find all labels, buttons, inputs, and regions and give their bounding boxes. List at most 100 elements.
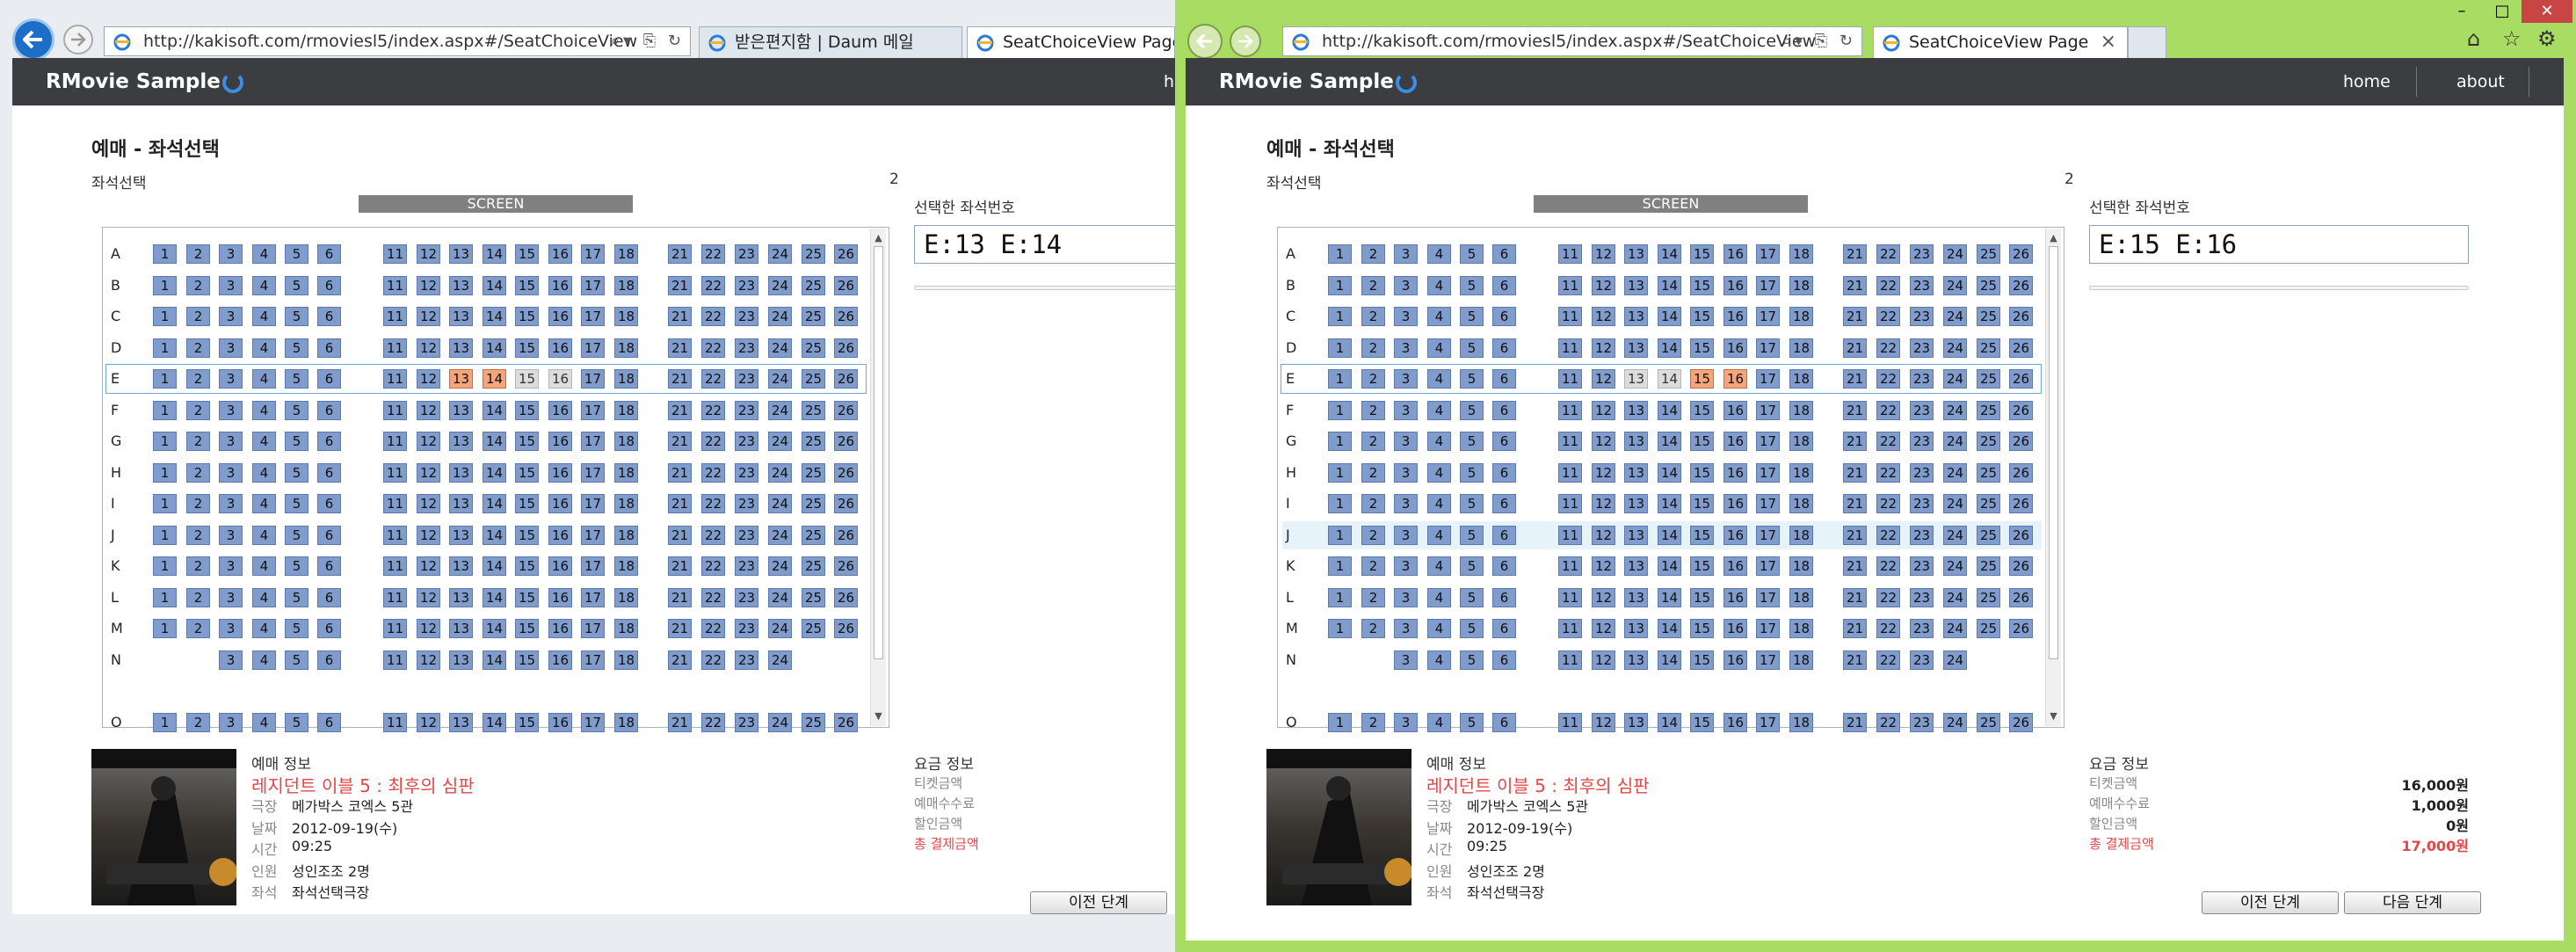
seat-button[interactable]: 22 [1876, 556, 1900, 576]
seat-button[interactable]: 25 [1977, 369, 2000, 389]
seat-button[interactable]: 3 [219, 556, 243, 576]
seat-button[interactable]: 21 [1843, 244, 1867, 264]
seat-button[interactable]: 21 [1843, 619, 1867, 638]
seat-button[interactable]: 11 [383, 276, 407, 295]
seat-button[interactable]: 18 [614, 494, 638, 513]
seat-button[interactable]: 16 [548, 432, 572, 451]
seat-button[interactable]: 1 [153, 526, 177, 545]
seat-button[interactable]: 25 [802, 338, 825, 358]
seat-button[interactable]: 5 [285, 588, 308, 607]
seat-button[interactable]: 11 [383, 588, 407, 607]
seat-button[interactable]: 14 [1658, 619, 1681, 638]
seat-button[interactable]: 22 [701, 588, 725, 607]
seat-button[interactable]: 25 [802, 526, 825, 545]
seat-button[interactable]: 26 [2009, 556, 2033, 576]
seat-button[interactable]: 16 [1723, 588, 1747, 607]
seat-button[interactable]: 26 [2009, 463, 2033, 483]
seat-button[interactable]: 15 [515, 619, 539, 638]
seat-button[interactable]: 14 [1658, 369, 1681, 389]
seat-button[interactable]: 16 [548, 588, 572, 607]
seat-button[interactable]: 24 [1943, 369, 1967, 389]
seat-button[interactable]: 23 [1910, 276, 1934, 295]
seat-button[interactable]: 12 [417, 588, 440, 607]
seat-button[interactable]: 1 [153, 244, 177, 264]
seat-button[interactable]: 4 [252, 650, 276, 670]
seat-button[interactable]: 16 [1723, 369, 1747, 389]
seat-button[interactable]: 3 [1394, 369, 1418, 389]
seat-button[interactable]: 25 [1977, 276, 2000, 295]
seat-button[interactable]: 17 [1756, 244, 1780, 264]
seat-button[interactable]: 13 [1624, 619, 1648, 638]
seat-button[interactable]: 2 [186, 463, 210, 483]
seat-button[interactable]: 1 [153, 276, 177, 295]
seat-button[interactable]: 6 [1492, 556, 1516, 576]
seat-button[interactable]: 3 [1394, 556, 1418, 576]
seat-button[interactable]: 25 [802, 307, 825, 326]
seat-button[interactable]: 22 [701, 494, 725, 513]
seat-button[interactable]: 11 [1558, 244, 1582, 264]
seat-button[interactable]: 6 [317, 650, 341, 670]
seat-button[interactable]: 4 [252, 276, 276, 295]
seat-button[interactable]: 1 [153, 369, 177, 389]
seat-button[interactable]: 24 [768, 526, 792, 545]
seat-button[interactable]: 5 [285, 244, 308, 264]
seat-button[interactable]: 16 [1723, 307, 1747, 326]
seat-button[interactable]: 6 [317, 244, 341, 264]
seat-button[interactable]: 21 [1843, 650, 1867, 670]
seat-button[interactable]: 18 [614, 432, 638, 451]
seat-button[interactable]: 25 [1977, 556, 2000, 576]
seat-button[interactable]: 4 [1427, 338, 1451, 358]
seat-button[interactable]: 2 [186, 276, 210, 295]
seat-button[interactable]: 14 [483, 650, 506, 670]
seat-button[interactable]: 25 [802, 276, 825, 295]
seat-button[interactable]: 11 [1558, 369, 1582, 389]
seat-button[interactable]: 1 [153, 713, 177, 732]
scroll-down-arrow-icon[interactable]: ▼ [2046, 710, 2061, 722]
seat-button[interactable]: 24 [1943, 307, 1967, 326]
seat-button[interactable]: 18 [1789, 463, 1813, 483]
seat-button[interactable]: 21 [1843, 307, 1867, 326]
seat-button[interactable]: 5 [1460, 307, 1484, 326]
selected-seats-field[interactable]: E:13 E:14 [914, 225, 1175, 264]
seat-button[interactable]: 14 [483, 432, 506, 451]
seat-button[interactable]: 18 [1789, 244, 1813, 264]
seat-button[interactable]: 11 [1558, 650, 1582, 670]
seat-button[interactable]: 17 [581, 244, 605, 264]
seat-button[interactable]: 14 [1658, 307, 1681, 326]
seat-button[interactable]: 2 [1361, 276, 1385, 295]
seat-button[interactable]: 17 [581, 307, 605, 326]
seat-button[interactable]: 21 [1843, 526, 1867, 545]
seat-button[interactable]: 4 [1427, 556, 1451, 576]
seat-button[interactable]: 21 [668, 338, 692, 358]
seat-button[interactable]: 21 [668, 526, 692, 545]
seat-button[interactable]: 23 [1910, 307, 1934, 326]
seat-button[interactable]: 22 [701, 526, 725, 545]
seat-button[interactable]: 12 [1592, 463, 1615, 483]
seat-button[interactable]: 26 [2009, 401, 2033, 420]
seat-button[interactable]: 16 [548, 494, 572, 513]
seat-button[interactable]: 22 [1876, 588, 1900, 607]
seat-button[interactable]: 21 [668, 713, 692, 732]
seat-button[interactable]: 6 [317, 494, 341, 513]
seat-button[interactable]: 2 [186, 244, 210, 264]
seat-button[interactable]: 18 [1789, 619, 1813, 638]
seat-button[interactable]: 11 [383, 401, 407, 420]
seat-button[interactable]: 3 [219, 369, 243, 389]
seat-button[interactable]: 5 [1460, 338, 1484, 358]
seat-button[interactable]: 23 [1910, 619, 1934, 638]
seat-button[interactable]: 11 [1558, 276, 1582, 295]
seat-button[interactable]: 5 [1460, 463, 1484, 483]
seat-button[interactable]: 1 [1328, 401, 1352, 420]
seat-button[interactable]: 2 [1361, 307, 1385, 326]
seat-button[interactable]: 11 [1558, 307, 1582, 326]
seat-button[interactable]: 12 [1592, 588, 1615, 607]
seat-button[interactable]: 13 [449, 276, 473, 295]
seat-button[interactable]: 2 [1361, 369, 1385, 389]
seat-button[interactable]: 5 [285, 650, 308, 670]
seat-button[interactable]: 24 [1943, 713, 1967, 732]
seat-button[interactable]: 17 [1756, 494, 1780, 513]
seat-button[interactable]: 13 [449, 432, 473, 451]
seat-button[interactable]: 12 [417, 276, 440, 295]
seat-button[interactable]: 14 [1658, 432, 1681, 451]
seat-button[interactable]: 22 [1876, 369, 1900, 389]
